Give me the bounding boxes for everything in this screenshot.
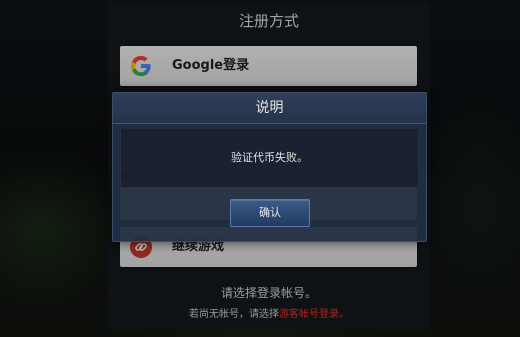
info-dialog: 说明 验证代币失败。 确认 <box>112 92 427 242</box>
confirm-button[interactable]: 确认 <box>230 199 310 227</box>
dialog-title: 说明 <box>113 93 426 124</box>
dialog-message: 验证代币失败。 <box>231 151 308 164</box>
dialog-body: 验证代币失败。 <box>121 129 418 187</box>
